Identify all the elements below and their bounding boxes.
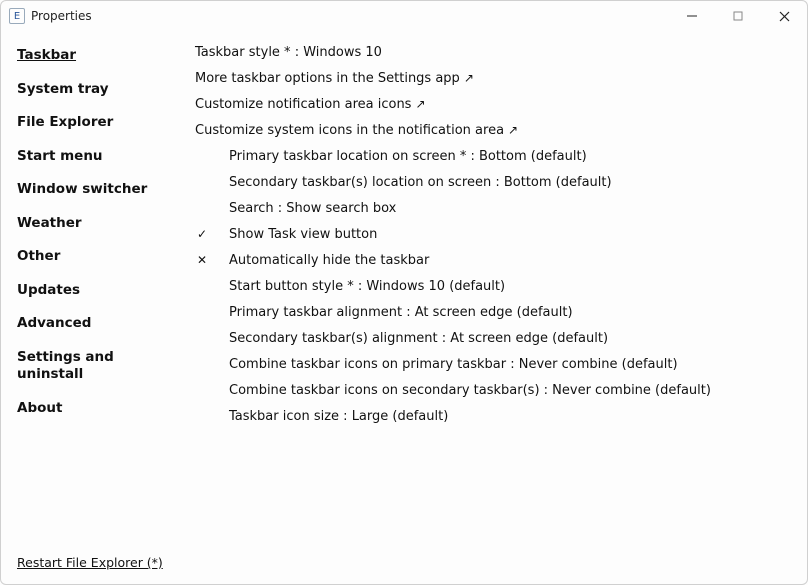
content-sub-row-label: Combine taskbar icons on secondary taskb… [229,383,711,398]
sidebar-item-updates[interactable]: Updates [17,274,183,308]
content: Taskbar style * : Windows 10 More taskbar… [183,31,807,584]
content-link[interactable]: Customize system icons in the notificati… [195,117,795,143]
content-sub-row-label: Combine taskbar icons on primary taskbar… [229,357,678,372]
content-sub-row-label: Start button style * : Windows 10 (defau… [229,279,505,294]
external-link-icon: ↗ [464,71,474,85]
content-sub-setting[interactable]: Start button style * : Windows 10 (defau… [195,273,795,299]
minimize-button[interactable] [669,1,715,31]
sidebar-item-about[interactable]: About [17,392,183,426]
sidebar-item-system-tray[interactable]: System tray [17,73,183,107]
content-sub-row-label: Taskbar icon size : Large (default) [229,409,448,424]
external-link-icon: ↗ [508,123,518,137]
content-row-label: Customize system icons in the notificati… [195,123,504,138]
indent-spacer: ✕ [195,253,229,267]
content-setting[interactable]: Taskbar style * : Windows 10 [195,39,795,65]
content-sub-setting[interactable]: Primary taskbar location on screen * : B… [195,143,795,169]
restart-file-explorer-label: Restart File Explorer (*) [17,555,163,570]
close-button[interactable] [761,1,807,31]
external-link-icon: ↗ [415,97,425,111]
restart-file-explorer-link[interactable]: Restart File Explorer (*) [17,555,163,570]
content-sub-setting[interactable]: Secondary taskbar(s) location on screen … [195,169,795,195]
content-sub-setting[interactable]: Primary taskbar alignment : At screen ed… [195,299,795,325]
sidebar: TaskbarSystem trayFile ExplorerStart men… [1,31,183,584]
content-sub-setting[interactable]: Secondary taskbar(s) alignment : At scre… [195,325,795,351]
window-title: Properties [31,9,92,23]
content-sub-row-label: Show Task view button [229,227,377,242]
body: TaskbarSystem trayFile ExplorerStart men… [1,31,807,584]
sidebar-item-file-explorer[interactable]: File Explorer [17,106,183,140]
titlebar: E Properties [1,1,807,31]
sidebar-item-settings-and-uninstall[interactable]: Settings and uninstall [17,341,183,392]
app-icon: E [9,8,25,24]
window-controls [669,1,807,31]
content-sub-row-label: Search : Show search box [229,201,396,216]
sidebar-item-other[interactable]: Other [17,240,183,274]
content-sub-row-label: Primary taskbar alignment : At screen ed… [229,305,573,320]
content-row-label: Taskbar style * : Windows 10 [195,45,382,60]
sidebar-item-weather[interactable]: Weather [17,207,183,241]
content-link[interactable]: Customize notification area icons ↗ [195,91,795,117]
sidebar-item-start-menu[interactable]: Start menu [17,140,183,174]
window: E Properties TaskbarSystem trayFile Expl… [0,0,808,585]
indent-spacer: ✓ [195,227,229,241]
content-sub-setting[interactable]: Combine taskbar icons on secondary taskb… [195,377,795,403]
content-link[interactable]: More taskbar options in the Settings app… [195,65,795,91]
sidebar-item-window-switcher[interactable]: Window switcher [17,173,183,207]
maximize-button[interactable] [715,1,761,31]
content-sub-row-label: Secondary taskbar(s) location on screen … [229,175,612,190]
sidebar-item-advanced[interactable]: Advanced [17,307,183,341]
cross-icon: ✕ [197,253,211,267]
sidebar-item-taskbar[interactable]: Taskbar [17,39,183,73]
content-row-label: More taskbar options in the Settings app [195,71,460,86]
content-sub-setting[interactable]: Taskbar icon size : Large (default) [195,403,795,429]
content-row-label: Customize notification area icons [195,97,411,112]
content-sub-setting[interactable]: Search : Show search box [195,195,795,221]
content-sub-setting[interactable]: ✓ Show Task view button [195,221,795,247]
content-sub-row-label: Secondary taskbar(s) alignment : At scre… [229,331,608,346]
content-sub-setting[interactable]: ✕ Automatically hide the taskbar [195,247,795,273]
content-sub-setting[interactable]: Combine taskbar icons on primary taskbar… [195,351,795,377]
content-sub-row-label: Automatically hide the taskbar [229,253,429,268]
content-sub-row-label: Primary taskbar location on screen * : B… [229,149,587,164]
check-icon: ✓ [197,227,211,241]
